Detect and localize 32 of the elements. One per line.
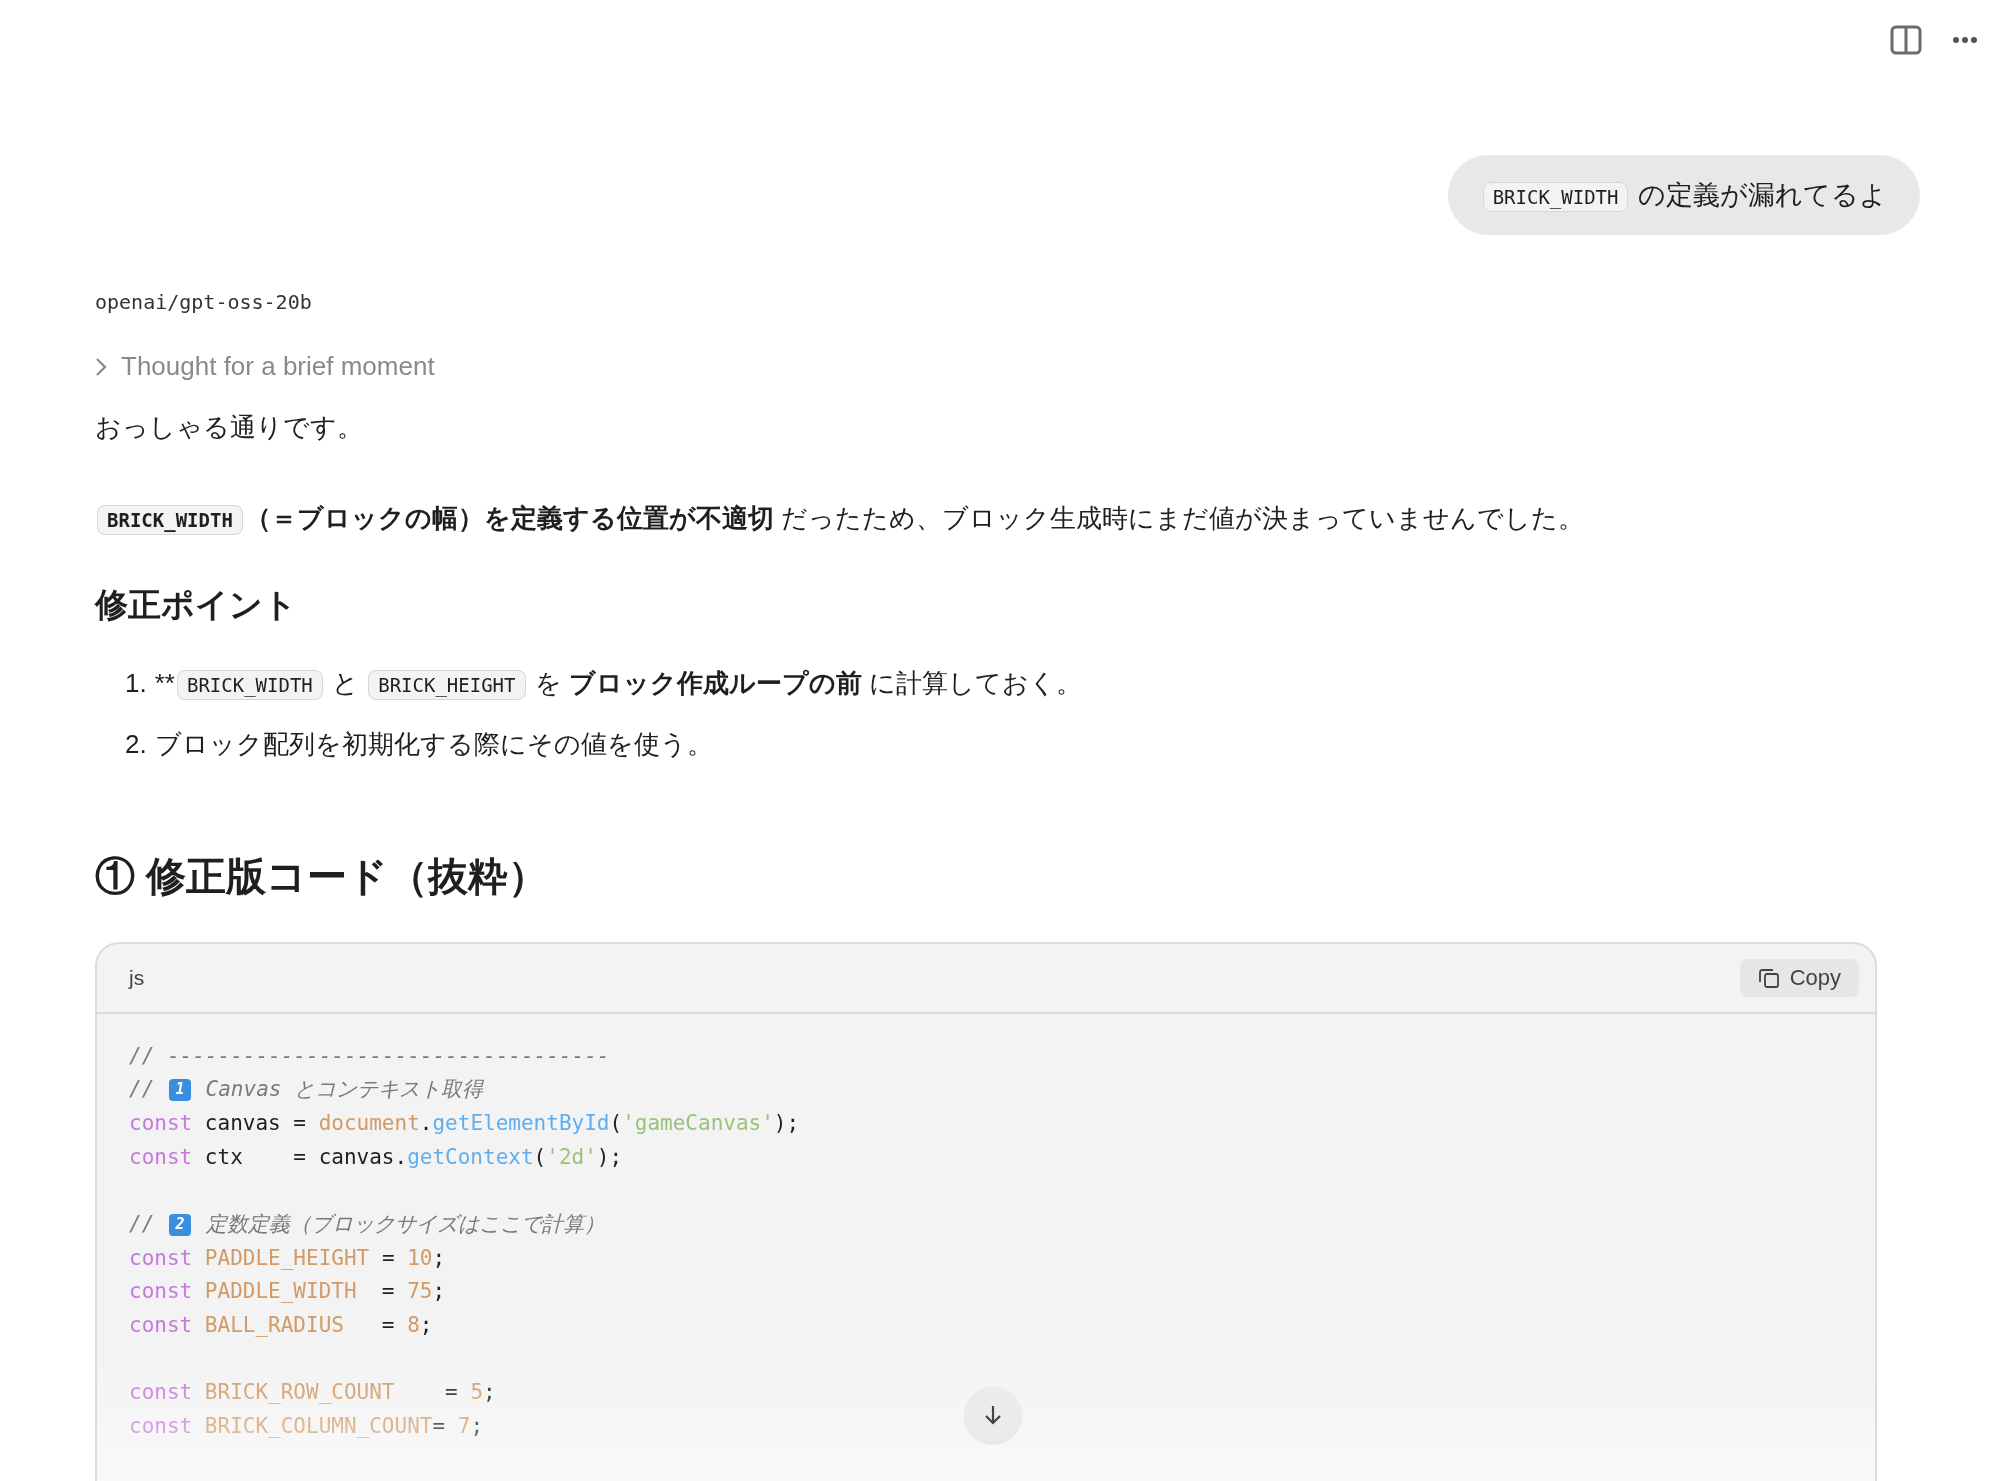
split-view-icon[interactable] [1890,25,1922,55]
code-line: const ctx = canvas.getContext('2d'); [129,1143,623,1171]
list-number: 1. [125,666,147,700]
code-heading: ① 修正版コード（抜粋） [95,852,549,900]
code-line: const PADDLE_WIDTH = 75; [129,1278,446,1306]
code-line: const PADDLE_HEIGHT = 10; [129,1244,446,1272]
intro-text: おっしゃる通りです。 [95,411,363,444]
code-line: // 1 Canvas とコンテキスト取得 [129,1076,484,1104]
number-badge: 1 [168,1079,191,1102]
inline-code: BRICK_WIDTH [1482,181,1629,212]
copy-button[interactable]: Copy [1739,958,1859,997]
code-line: const canvas = document.getElementById('gameCanvas'); [129,1109,800,1137]
user-message-bubble: BRICK_WIDTH の定義が漏れてるよ [1447,155,1920,235]
model-name: openai/gpt-oss-20b [95,289,312,316]
number-badge: 2 [168,1213,191,1236]
code-line: // 2 定数定義（ブロックサイズはここで計算） [129,1210,605,1238]
list-number: 2. [125,727,147,761]
code-line: const BALL_RADIUS = 8; [129,1312,433,1339]
list-item-text: ブロック配列を初期化する際にその値を使う。 [154,727,713,761]
explanation-text: BRICK_WIDTH （＝ブロックの幅）を定義する位置が不適切 だったため、ブロック生成時にまだ値が決まっていませんでした。 [95,499,1585,538]
section-heading: 修正ポイント [95,585,297,625]
code-line: // ----------------------------------- [129,1042,610,1070]
inline-code: BRICK_HEIGHT [368,669,526,700]
code-line: const BRICK_ROW_COUNT = 5; [129,1379,496,1407]
code-line: const BRICK_COLUMN_COUNT= 7; [129,1413,484,1441]
more-options-icon[interactable] [1952,36,1978,44]
inline-code: BRICK_WIDTH [97,505,243,535]
arrow-down-icon [983,1404,1003,1426]
language-label: js [129,964,145,991]
list-item-text: ** BRICK_WIDTH と BRICK_HEIGHT を ブロック作成ループの前 に計算しておく。 [154,666,1083,702]
inline-code: BRICK_WIDTH [176,669,323,700]
copy-icon [1757,966,1780,989]
